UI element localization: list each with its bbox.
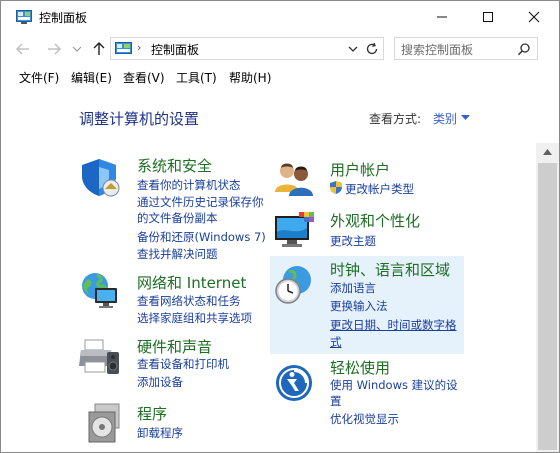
ease-of-access-icon[interactable] [273, 362, 315, 404]
users-icon[interactable] [273, 158, 315, 200]
printer-speaker-icon[interactable] [79, 336, 121, 378]
category-clock-language-region[interactable]: 时钟、语言和区域 [330, 259, 450, 280]
view-by-caret-icon[interactable] [461, 115, 470, 121]
link-use-windows-recommended[interactable]: 使用 Windows 建议的设 [330, 377, 458, 393]
view-by-label: 查看方式: [369, 112, 422, 126]
menu-view[interactable]: 查看(V) [123, 69, 165, 86]
forward-arrow-icon[interactable] [44, 39, 64, 59]
menu-edit[interactable]: 编辑(E) [71, 69, 112, 86]
maximize-button[interactable] [465, 1, 511, 33]
search-icon[interactable] [517, 42, 531, 56]
link-backup-restore[interactable]: 备份和还原(Windows 7) [137, 229, 266, 245]
category-hardware-sound[interactable]: 硬件和声音 [137, 336, 212, 357]
scroll-up-button[interactable] [536, 143, 559, 161]
link-devices-printers[interactable]: 查看设备和打印机 [137, 356, 229, 372]
link-change-account-type[interactable]: 更改帐户类型 [345, 181, 414, 197]
breadcrumb-separator: › [137, 41, 142, 54]
link-change-date-time-format[interactable]: 更改日期、时间或数字格 [330, 317, 457, 333]
scrollbar-thumb[interactable] [538, 163, 557, 450]
menu-tools[interactable]: 工具(T) [176, 69, 217, 86]
close-button[interactable] [511, 1, 557, 33]
link-troubleshoot[interactable]: 查找并解决问题 [137, 246, 218, 262]
content-area: 调整计算机的设置 查看方式: 类别 系统和安全 查看你的计算机状态 通过文件历史… [1, 88, 536, 452]
link-use-windows-recommended-cont[interactable]: 置 [330, 393, 342, 409]
menu-bar: 文件(F) 编辑(E) 查看(V) 工具(T) 帮助(H) [1, 65, 559, 87]
link-view-computer-status[interactable]: 查看你的计算机状态 [137, 177, 241, 193]
menu-file[interactable]: 文件(F) [19, 69, 59, 86]
view-by-dropdown[interactable]: 类别 [433, 110, 457, 127]
link-change-date-time-format-cont[interactable]: 式 [330, 334, 342, 350]
link-uninstall-program[interactable]: 卸载程序 [137, 425, 183, 441]
control-panel-small-icon [115, 42, 132, 54]
uac-shield-icon [330, 181, 342, 194]
title-bar[interactable]: 控制面板 [1, 1, 559, 33]
search-input[interactable]: 搜索控制面板 [394, 37, 538, 60]
link-network-status[interactable]: 查看网络状态和任务 [137, 293, 241, 309]
search-placeholder: 搜索控制面板 [401, 43, 474, 57]
control-panel-app-icon [16, 10, 32, 24]
vertical-scrollbar[interactable] [536, 143, 559, 452]
link-homegroup-sharing[interactable]: 选择家庭组和共享选项 [137, 310, 252, 326]
category-ease-of-access[interactable]: 轻松使用 [330, 357, 390, 378]
control-panel-window: 控制面板 › 控制面板 搜索控制面板 文件(F) 编辑(E) 查看(V) 工具(… [0, 0, 560, 453]
up-arrow-icon[interactable] [89, 39, 109, 59]
recent-locations-chevron-icon[interactable] [71, 39, 83, 59]
scroll-up-arrow-icon [543, 149, 552, 155]
clock-globe-icon[interactable] [273, 264, 315, 306]
breadcrumb-control-panel[interactable]: 控制面板 [151, 41, 199, 58]
menu-help[interactable]: 帮助(H) [229, 69, 271, 86]
category-programs[interactable]: 程序 [137, 403, 167, 424]
network-globe-icon[interactable] [79, 270, 121, 312]
address-dropdown-chevron-icon[interactable] [347, 43, 359, 55]
category-appearance-personalization[interactable]: 外观和个性化 [330, 210, 420, 231]
category-network-internet[interactable]: 网络和 Internet [137, 272, 246, 293]
back-arrow-icon[interactable] [13, 39, 33, 59]
address-bar[interactable]: › 控制面板 [110, 37, 384, 60]
page-title: 调整计算机的设置 [79, 110, 200, 128]
maximize-icon [483, 12, 493, 22]
programs-disc-icon[interactable] [85, 402, 127, 444]
category-user-accounts[interactable]: 用户帐户 [330, 159, 390, 180]
shield-icon[interactable] [79, 156, 121, 198]
minimize-button[interactable] [419, 1, 465, 33]
link-optimize-visual-display[interactable]: 优化视觉显示 [330, 411, 399, 427]
link-file-history[interactable]: 通过文件历史记录保存你 [137, 194, 264, 210]
refresh-icon[interactable] [365, 42, 379, 56]
link-file-history-cont[interactable]: 的文件备份副本 [137, 210, 218, 226]
link-change-input-method[interactable]: 更换输入法 [330, 298, 388, 314]
link-add-language[interactable]: 添加语言 [330, 280, 376, 296]
navigation-bar: › 控制面板 搜索控制面板 [1, 34, 559, 64]
minimize-icon [437, 16, 447, 18]
close-icon [528, 11, 540, 23]
link-change-theme[interactable]: 更改主题 [330, 233, 376, 249]
category-system-security[interactable]: 系统和安全 [137, 155, 212, 176]
window-title: 控制面板 [39, 11, 88, 25]
link-add-device[interactable]: 添加设备 [137, 374, 183, 390]
monitor-palette-icon[interactable] [273, 210, 315, 252]
